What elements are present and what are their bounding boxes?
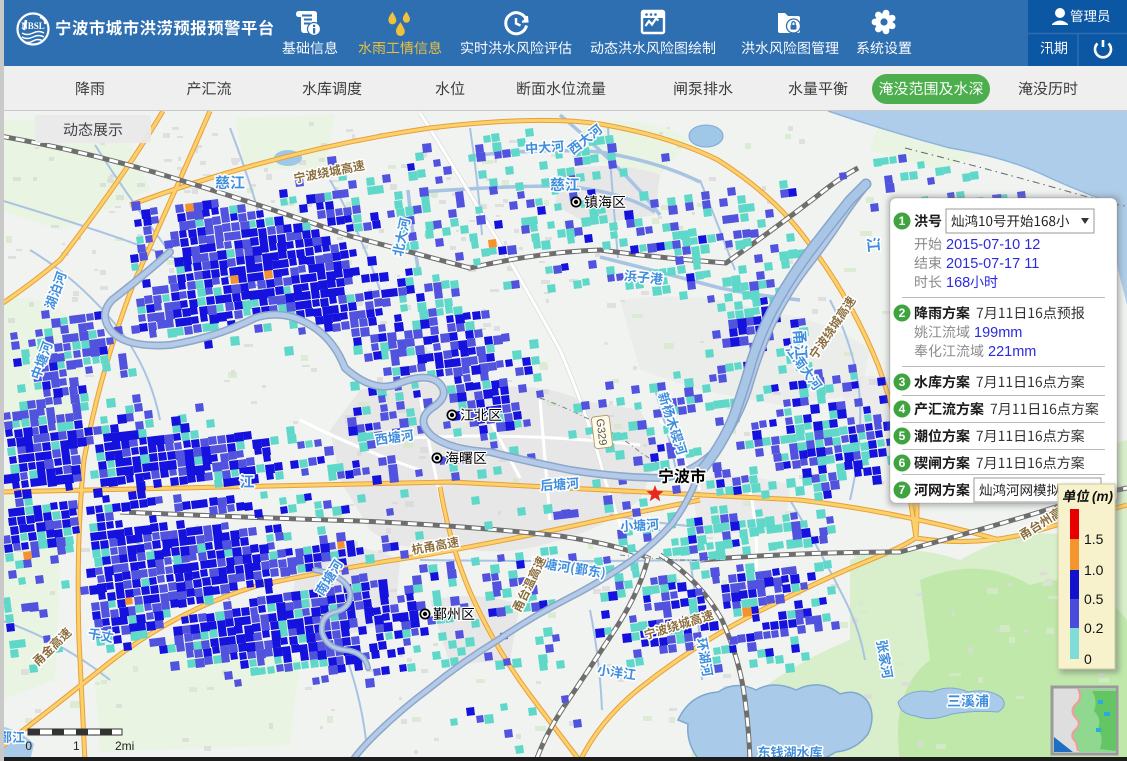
svg-text:0.5: 0.5 — [1084, 591, 1104, 607]
svg-text:6: 6 — [899, 456, 906, 470]
svg-text:1: 1 — [899, 214, 906, 228]
svg-text:5: 5 — [899, 429, 906, 443]
svg-text:7: 7 — [899, 483, 906, 497]
svg-text:0: 0 — [1084, 651, 1092, 667]
svg-text:0: 0 — [25, 739, 32, 753]
svg-text:199mm: 199mm — [974, 325, 1022, 341]
svg-text:1.5: 1.5 — [1084, 531, 1104, 547]
svg-text:168: 168 — [946, 275, 970, 291]
svg-text:3: 3 — [899, 375, 906, 389]
svg-text:4: 4 — [899, 402, 906, 416]
svg-text:2mi: 2mi — [115, 739, 134, 753]
svg-text:2: 2 — [899, 306, 906, 320]
svg-text:NBSL: NBSL — [21, 21, 45, 31]
svg-text:2015-07-17 11: 2015-07-17 11 — [946, 256, 1039, 272]
svg-text:2015-07-10 12: 2015-07-10 12 — [946, 237, 1040, 253]
svg-text:1: 1 — [73, 739, 80, 753]
svg-text:0.2: 0.2 — [1084, 620, 1104, 636]
svg-text:(m): (m) — [1092, 489, 1113, 504]
svg-text:1.0: 1.0 — [1084, 562, 1104, 578]
svg-text:221mm: 221mm — [988, 344, 1036, 360]
